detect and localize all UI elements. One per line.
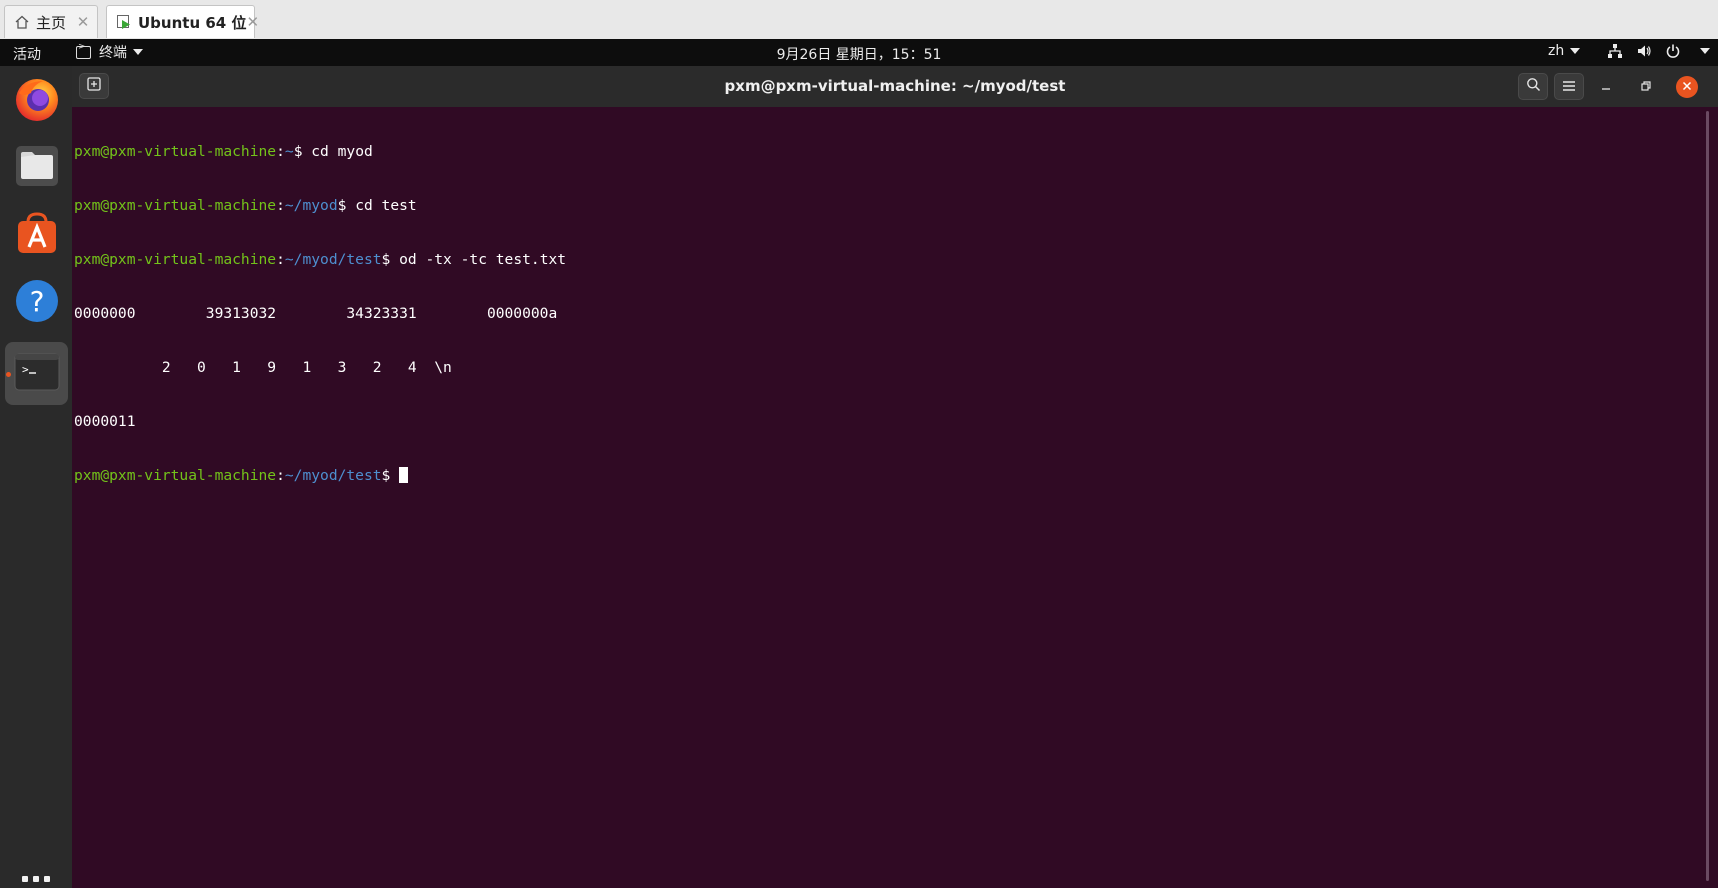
dock-firefox[interactable] — [5, 69, 68, 132]
volume-icon — [1636, 43, 1652, 59]
prompt-user: pxm@pxm-virtual-machine — [74, 467, 277, 484]
input-method-button[interactable]: zh — [1548, 43, 1581, 59]
power-icon — [1665, 43, 1681, 59]
show-applications-icon[interactable] — [22, 876, 50, 882]
command-text: cd test — [355, 197, 417, 214]
vm-tab-strip: 主页 ✕ Ubuntu 64 位 ✕ — [0, 0, 1718, 40]
tab-ubuntu-label: Ubuntu 64 位 — [138, 13, 247, 32]
system-tray[interactable] — [1607, 43, 1710, 59]
svg-text:>: > — [22, 363, 29, 376]
svg-text:?: ? — [29, 285, 44, 318]
prompt-symbol: $ — [293, 143, 312, 160]
close-icon — [1682, 80, 1692, 95]
od-offset-output-line: 0000011 — [74, 413, 136, 430]
terminal-output[interactable]: pxm@pxm-virtual-machine:~$ cd myod pxm@p… — [72, 107, 1718, 888]
prompt-path: ~ — [284, 143, 294, 160]
prompt-user: pxm@pxm-virtual-machine — [74, 143, 277, 160]
tab-home-label: 主页 — [36, 13, 67, 32]
prompt-path: ~/myod/test — [284, 467, 382, 484]
minimize-button[interactable] — [1595, 76, 1617, 98]
terminal-icon: > — [14, 351, 60, 397]
terminal-headerbar: pxm@pxm-virtual-machine: ~/myod/test — [72, 66, 1718, 107]
terminal-line: pxm@pxm-virtual-machine:~$ cd myod — [74, 143, 566, 161]
window-title: pxm@pxm-virtual-machine: ~/myod/test — [724, 77, 1066, 95]
clock[interactable]: 9月26日 星期日，15：51 — [0, 44, 1718, 64]
terminal-line: pxm@pxm-virtual-machine:~/myod/test$ od … — [74, 251, 566, 269]
tab-home-close-icon[interactable]: ✕ — [74, 13, 92, 31]
prompt-symbol: $ — [381, 467, 400, 484]
prompt-path: ~/myod — [284, 197, 338, 214]
dock-app-store[interactable] — [5, 203, 68, 266]
dock-terminal[interactable]: > — [5, 342, 68, 405]
prompt-separator: : — [276, 197, 285, 214]
prompt-symbol: $ — [337, 197, 356, 214]
restore-icon — [1641, 80, 1651, 95]
terminal-line: pxm@pxm-virtual-machine:~/myod$ cd test — [74, 197, 566, 215]
home-icon — [14, 14, 30, 30]
prompt-user: pxm@pxm-virtual-machine — [74, 251, 277, 268]
minimize-icon — [1601, 80, 1611, 95]
prompt-separator: : — [276, 251, 285, 268]
chevron-down-icon — [1700, 48, 1710, 54]
restore-button[interactable] — [1635, 76, 1657, 98]
tab-ubuntu-close-icon[interactable]: ✕ — [246, 13, 259, 31]
tab-ubuntu-vm[interactable]: Ubuntu 64 位 ✕ — [106, 5, 259, 38]
prompt-separator: : — [276, 143, 285, 160]
search-button[interactable] — [1518, 73, 1548, 100]
od-char-output-line: 2 0 1 9 1 3 2 4 \n — [74, 359, 452, 376]
command-text: od -tx -tc test.txt — [399, 251, 567, 268]
terminal-line: pxm@pxm-virtual-machine:~/myod/test$ — [74, 467, 566, 485]
files-icon — [14, 143, 60, 193]
search-icon — [1526, 77, 1541, 96]
tab-home[interactable]: 主页 ✕ — [4, 5, 98, 38]
prompt-user: pxm@pxm-virtual-machine — [74, 197, 277, 214]
dock-help[interactable]: ? — [5, 271, 68, 334]
chevron-down-icon — [1570, 48, 1581, 54]
od-hex-output-line: 0000000 39313032 34323331 0000000a — [74, 305, 558, 322]
prompt-symbol: $ — [381, 251, 400, 268]
help-icon: ? — [14, 278, 60, 328]
terminal-lines: pxm@pxm-virtual-machine:~$ cd myod pxm@p… — [74, 107, 566, 521]
text-cursor — [399, 467, 409, 483]
dock: ? > — [0, 66, 73, 888]
running-indicator — [6, 372, 11, 377]
input-method-label: zh — [1548, 43, 1565, 59]
command-text: cd myod — [311, 143, 373, 160]
terminal-scrollbar[interactable] — [1706, 111, 1709, 881]
menu-button[interactable] — [1554, 73, 1584, 100]
dock-files[interactable] — [5, 136, 68, 199]
firefox-icon — [13, 75, 61, 127]
prompt-path: ~/myod/test — [284, 251, 382, 268]
hamburger-menu-icon — [1562, 77, 1576, 96]
prompt-separator: : — [276, 467, 285, 484]
gnome-top-bar: 活动 终端 9月26日 星期日，15：51 zh — [0, 39, 1718, 66]
app-store-icon — [14, 210, 60, 260]
vm-running-icon — [116, 14, 132, 30]
close-button[interactable] — [1676, 76, 1698, 98]
network-icon — [1607, 43, 1623, 59]
